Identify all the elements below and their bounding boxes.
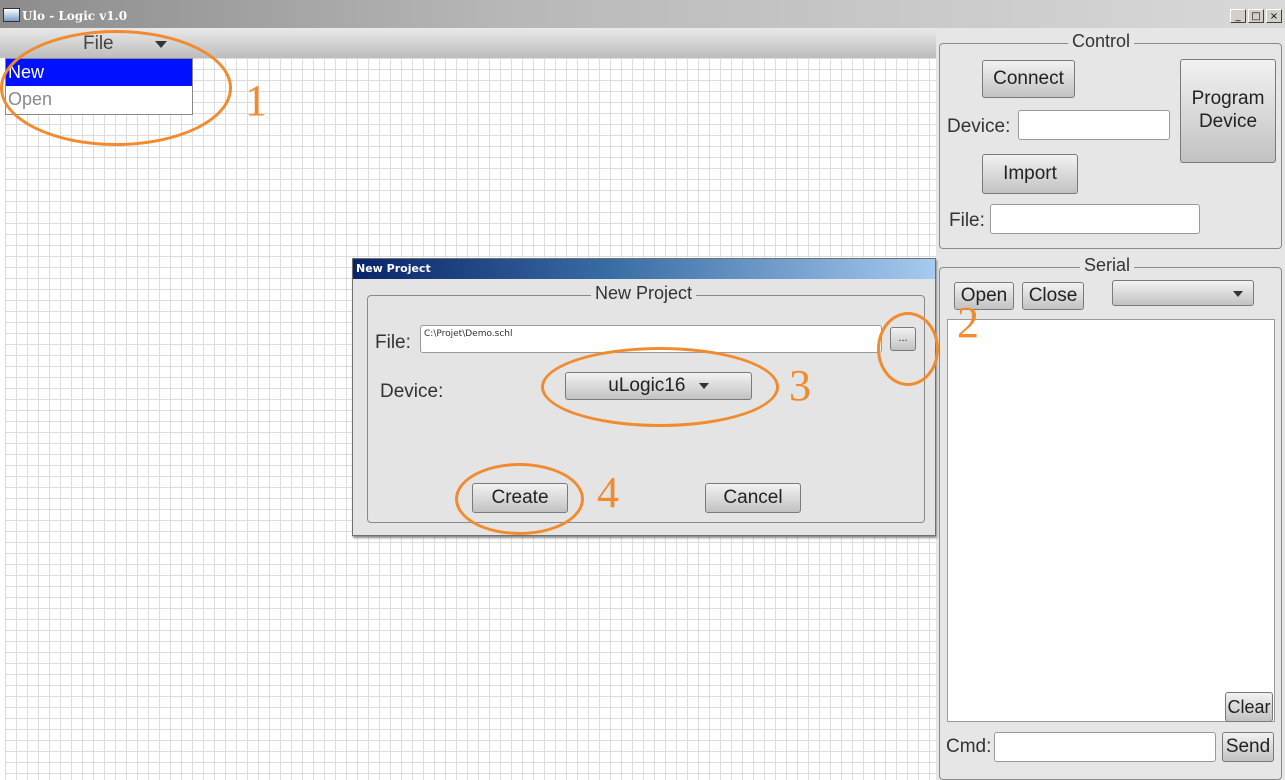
serial-group-title: Serial [1080, 255, 1135, 276]
device-field[interactable] [1018, 110, 1170, 140]
annotation-number-4: 4 [597, 468, 619, 517]
annotation-circle-3 [541, 347, 779, 427]
dialog-device-label: Device: [380, 381, 444, 402]
serial-port-select[interactable] [1112, 280, 1254, 306]
device-label: Device: [947, 116, 1011, 137]
chevron-down-icon [1233, 291, 1243, 297]
connect-button[interactable]: Connect [982, 60, 1075, 98]
cmd-label: Cmd: [946, 736, 992, 757]
cancel-button[interactable]: Cancel [705, 483, 801, 513]
annotation-number-3: 3 [789, 361, 811, 410]
annotation-circle-1 [0, 30, 232, 146]
window-titlebar: Ulo - Logic v1.0 _ □ × [0, 0, 1285, 28]
send-button[interactable]: Send [1222, 732, 1274, 762]
file-field[interactable] [990, 204, 1200, 234]
close-icon[interactable]: × [1266, 9, 1282, 23]
serial-output[interactable] [947, 319, 1275, 722]
dialog-file-value: C:\Projet\Demo.schl [424, 329, 513, 339]
dialog-file-label: File: [375, 332, 411, 353]
minimize-icon[interactable]: _ [1230, 9, 1246, 23]
serial-clear-button[interactable]: Clear [1225, 692, 1273, 722]
new-project-group-title: New Project [591, 283, 697, 304]
file-label: File: [949, 210, 985, 231]
program-device-button[interactable]: Program Device [1180, 59, 1276, 163]
dialog-title: New Project [353, 259, 935, 279]
annotation-circle-2 [877, 312, 939, 386]
annotation-circle-4 [455, 463, 584, 535]
maximize-icon[interactable]: □ [1248, 9, 1264, 23]
window-controls: _ □ × [1230, 9, 1282, 23]
cmd-input[interactable] [994, 732, 1216, 762]
serial-group: Serial Open Close Clear Cmd: Send [939, 255, 1282, 780]
control-group: Control Connect Device: Program Device I… [939, 31, 1282, 249]
control-group-title: Control [1068, 31, 1135, 52]
annotation-number-2: 2 [957, 298, 979, 347]
serial-close-button[interactable]: Close [1022, 282, 1084, 310]
window-title: Ulo - Logic v1.0 [22, 9, 128, 23]
annotation-number-1: 1 [245, 76, 267, 125]
app-icon [3, 8, 20, 22]
right-panel: Control Connect Device: Program Device I… [936, 28, 1285, 780]
import-button[interactable]: Import [982, 154, 1078, 194]
